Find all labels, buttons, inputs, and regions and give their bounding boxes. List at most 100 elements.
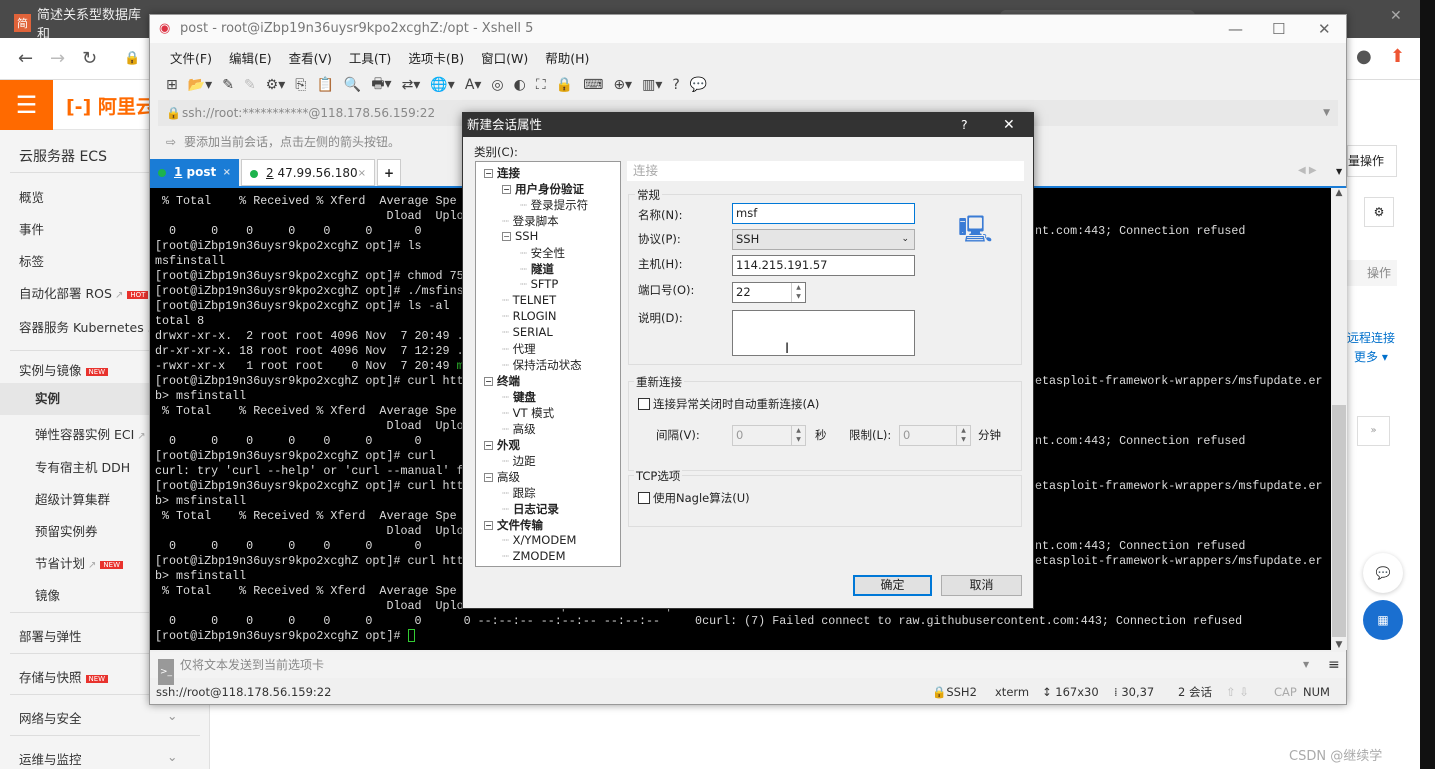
sidebar-item[interactable]: 自动化部署 ROS ↗ HOT <box>19 283 149 302</box>
menu-item[interactable]: 查看(V) <box>289 48 332 67</box>
window-close-icon[interactable]: ✕ <box>1390 8 1402 24</box>
tree-item[interactable]: ┈ 登录脚本 <box>502 213 559 229</box>
tree-item[interactable]: ┈ ZMODEM <box>502 549 566 563</box>
update-icon[interactable]: ⬆ <box>1390 46 1405 67</box>
sidebar-item[interactable]: 容器服务 Kubernetes↗ <box>19 317 155 336</box>
tree-item[interactable]: ┈ 代理 <box>502 341 536 357</box>
tree-item[interactable]: − 用户身份验证 <box>502 181 584 197</box>
nagle-checkbox[interactable]: 使用Nagle算法(U) <box>638 490 750 506</box>
tab-scroll-icons[interactable]: ◀ ▶ <box>1298 165 1317 176</box>
disconnect-icon[interactable]: ✎ <box>244 77 256 93</box>
host-input[interactable]: 114.215.191.57 <box>732 255 915 276</box>
description-input[interactable] <box>732 310 915 356</box>
cancel-button[interactable]: 取消 <box>941 575 1022 596</box>
tree-item[interactable]: − SSH <box>502 229 538 243</box>
new-tab-button[interactable]: + <box>377 159 401 186</box>
batch-operation-button[interactable]: 量操作 <box>1347 145 1397 177</box>
protocol-select[interactable]: SSH ⌄ <box>732 229 915 250</box>
chat-icon[interactable]: 💬 <box>1363 553 1403 593</box>
help-button[interactable]: ? <box>961 113 968 137</box>
collapse-icon[interactable]: − <box>502 232 511 241</box>
menu-item[interactable]: 选项卡(B) <box>408 48 464 67</box>
tree-item[interactable]: ┈ 登录提示符 <box>520 197 588 213</box>
layout-icon[interactable]: ▥▾ <box>642 77 662 93</box>
transfer-icon[interactable]: ⇄▾ <box>402 77 421 93</box>
tree-item[interactable]: ┈ X/YMODEM <box>502 533 576 547</box>
tree-item[interactable]: − 高级 <box>484 469 520 485</box>
tree-item[interactable]: ┈ TELNET <box>502 293 556 307</box>
ok-button[interactable]: 确定 <box>853 575 932 596</box>
interval-stepper[interactable]: 0 ▲ ▼ <box>732 425 806 446</box>
globe-icon[interactable]: 🌐▾ <box>430 77 454 93</box>
menu-item[interactable]: 帮助(H) <box>545 48 589 67</box>
copy-icon[interactable]: ⎘ <box>295 77 306 93</box>
tab-close-icon[interactable]: × <box>358 160 366 187</box>
compose-bar[interactable]: >_ 仅将文本发送到当前选项卡 ▼ ≡ <box>150 652 1346 685</box>
tree-item[interactable]: ┈ VT 模式 <box>502 405 554 421</box>
sidebar-item[interactable]: 标签 <box>19 251 44 270</box>
menu-item[interactable]: 文件(F) <box>170 48 212 67</box>
fullscreen-icon[interactable]: ⛶ <box>536 77 546 93</box>
close-icon[interactable]: ✕ <box>1003 113 1015 137</box>
collapse-icon[interactable]: − <box>484 169 493 178</box>
menu-item[interactable]: 工具(T) <box>349 48 391 67</box>
font-icon[interactable]: A▾ <box>465 77 482 93</box>
xmanager-icon[interactable]: ◐ <box>514 77 526 93</box>
tab-list-icon[interactable]: ▼ <box>1336 167 1342 176</box>
sidebar-item[interactable]: 概览 <box>19 187 44 206</box>
hamburger-icon[interactable]: ≡ <box>1328 652 1340 678</box>
forward-icon[interactable]: → <box>50 48 65 69</box>
new-session-icon[interactable]: ⊞ <box>166 77 178 93</box>
port-stepper[interactable]: 22 ▲ ▼ <box>732 282 806 303</box>
sidebar-item[interactable]: 预留实例券 <box>35 521 98 540</box>
spin-arrows-icon[interactable]: ▲ ▼ <box>791 426 805 445</box>
sidebar-item[interactable]: 事件 <box>19 219 44 238</box>
remote-connect-link[interactable]: 远程连接 <box>1347 329 1395 346</box>
maximize-button[interactable]: ☐ <box>1272 15 1285 43</box>
paste-icon[interactable]: 📋 <box>316 77 333 93</box>
properties-icon[interactable]: ⚙▾ <box>266 77 286 93</box>
spin-arrows-icon[interactable]: ▲ ▼ <box>956 426 970 445</box>
dropdown-icon[interactable]: ▼ <box>1323 100 1330 126</box>
reload-icon[interactable]: ↻ <box>82 48 97 69</box>
tree-item[interactable]: ┈ SFTP <box>520 277 558 291</box>
session-nav-icons[interactable]: ⇧ ⇩ <box>1226 679 1249 705</box>
tree-item[interactable]: ┈ SERIAL <box>502 325 553 339</box>
account-icon[interactable]: ● <box>1356 46 1372 67</box>
xftp-icon[interactable]: ◎ <box>491 77 503 93</box>
add-session-arrow-icon[interactable]: ⇨ <box>166 128 176 156</box>
open-icon[interactable]: 📂▾ <box>188 77 212 93</box>
scrollbar-thumb[interactable] <box>1332 405 1346 637</box>
sidebar-item[interactable]: 运维与监控 ⌄ <box>19 749 177 768</box>
scroll-down-icon[interactable]: ▼ <box>1331 640 1347 650</box>
menu-item[interactable]: 窗口(W) <box>481 48 528 67</box>
aliyun-logo[interactable]: [-] 阿里云 <box>66 92 155 119</box>
sidebar-item[interactable]: 实例与镜像 NEW <box>19 360 109 379</box>
checkbox-box[interactable] <box>638 492 650 504</box>
spin-arrows-icon[interactable]: ▲ ▼ <box>791 283 805 302</box>
collapse-icon[interactable]: − <box>484 441 493 450</box>
keyboard-icon[interactable]: ⌨ <box>583 77 603 93</box>
sidebar-item[interactable]: 镜像 <box>35 585 60 604</box>
menu-icon[interactable]: ☰ <box>0 80 53 130</box>
checkbox-box[interactable] <box>638 398 650 410</box>
sidebar-item[interactable]: 弹性容器实例 ECI ↗ <box>35 424 146 443</box>
tree-item[interactable]: ┈ 键盘 <box>502 389 536 405</box>
tab-47-99-56-180[interactable]: 2 47.99.56.180 × <box>241 159 375 186</box>
tree-item[interactable]: ┈ 跟踪 <box>502 485 536 501</box>
minimize-button[interactable]: — <box>1228 15 1243 43</box>
sidebar-item[interactable]: 专有宿主机 DDH <box>35 457 130 476</box>
tab-close-icon[interactable]: × <box>223 159 231 186</box>
tree-item[interactable]: ┈ 保持活动状态 <box>502 357 582 373</box>
tab-post[interactable]: 1 post × <box>150 159 239 186</box>
back-icon[interactable]: ← <box>18 48 33 69</box>
find-icon[interactable]: 🔍 <box>344 77 361 93</box>
collapse-icon[interactable]: − <box>484 521 493 530</box>
sidebar-item[interactable]: 网络与安全 ⌄ <box>19 708 177 727</box>
close-button[interactable]: ✕ <box>1318 15 1331 43</box>
tree-item[interactable]: − 连接 <box>484 165 520 181</box>
tree-item[interactable]: − 终端 <box>484 373 520 389</box>
tree-item[interactable]: ┈ 安全性 <box>520 245 565 261</box>
tree-item[interactable]: − 文件传输 <box>484 517 543 533</box>
limit-stepper[interactable]: 0 ▲ ▼ <box>899 425 971 446</box>
